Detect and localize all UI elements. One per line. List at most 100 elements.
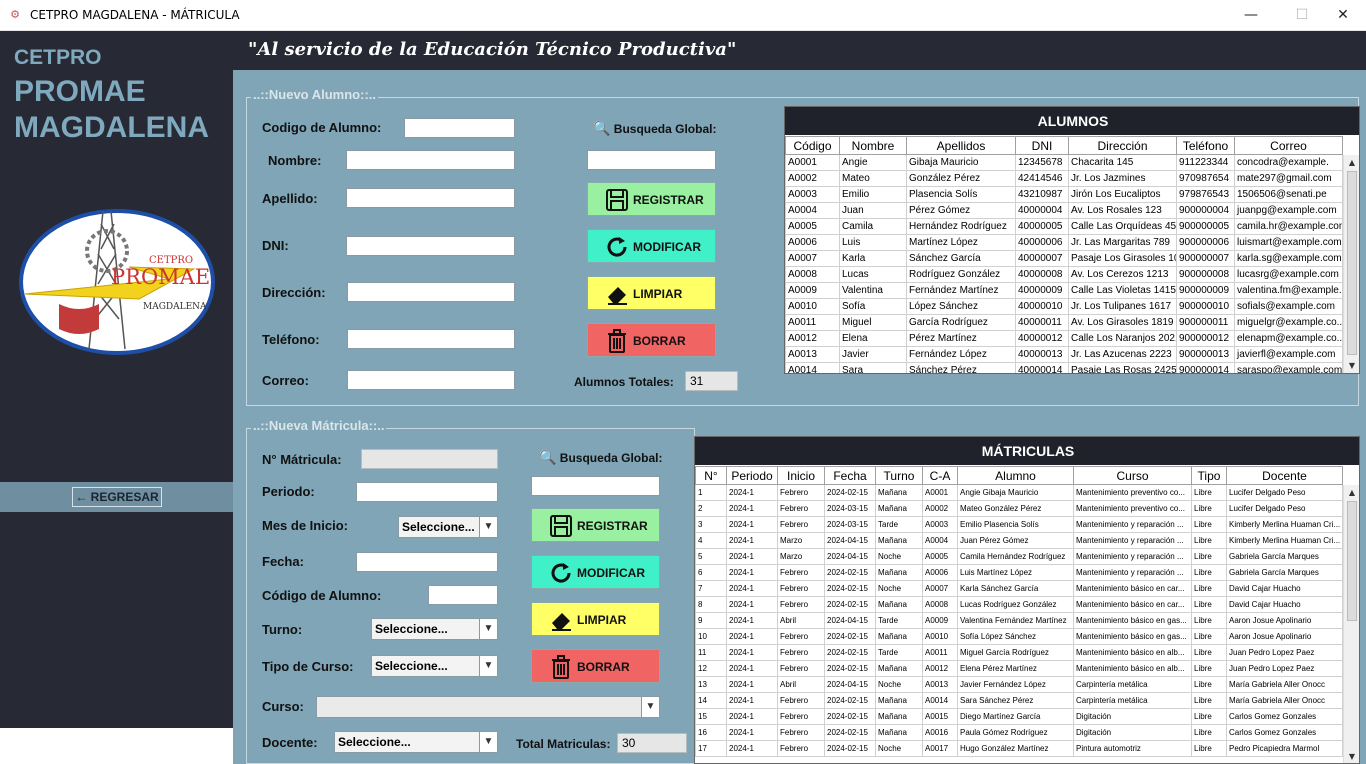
alumnos-column-header[interactable]: Nombre [839,136,907,155]
matriculas-table-cell[interactable]: Juan Pedro Lopez Paez [1226,644,1343,661]
alumnos-table-cell[interactable]: saraspo@example.com [1234,362,1343,373]
alumnos-table-cell[interactable]: Sofía [839,298,907,315]
matriculas-column-header[interactable]: Fecha [824,466,876,485]
matriculas-column-header[interactable]: Tipo [1191,466,1227,485]
matriculas-table-cell[interactable]: 2024-1 [726,644,778,661]
matriculas-table-cell[interactable]: Gabriela García Marques [1226,564,1343,581]
matriculas-table-cell[interactable]: Elena Pérez Martínez [957,660,1074,677]
matriculas-table-cell[interactable]: 11 [695,644,727,661]
matriculas-column-header[interactable]: Inicio [777,466,825,485]
alumnos-table-cell[interactable]: elenapm@example.co... [1234,330,1343,347]
alumnos-table-cell[interactable]: Jr. Los Tulipanes 1617 [1068,298,1177,315]
alumnos-table-cell[interactable]: miguelgr@example.co... [1234,314,1343,331]
alumnos-table-cell[interactable]: 40000010 [1015,298,1069,315]
alumnos-table-cell[interactable]: 40000007 [1015,250,1069,267]
matriculas-table-cell[interactable]: Libre [1191,644,1227,661]
alumnos-table-row[interactable]: A0006 Luis Martínez López 40000006 Jr. Las M… [785,234,1343,251]
matricula-registrar-button[interactable]: REGISTRAR [531,508,660,542]
matriculas-table-row[interactable]: 10 2024-1 Febrero 2024-02-15 Mañana A0010 Sofí… [695,628,1343,645]
alumnos-column-header[interactable]: Dirección [1068,136,1177,155]
matriculas-column-header[interactable]: N° [695,466,727,485]
alumnos-column-header[interactable]: Código [785,136,840,155]
matriculas-column-header[interactable]: Periodo [726,466,778,485]
alumnos-table-cell[interactable]: Chacarita 145 [1068,154,1177,171]
matriculas-table-cell[interactable]: 2024-04-15 [824,548,876,565]
matriculas-table-cell[interactable]: Febrero [777,692,825,709]
matriculas-table-scrollbar[interactable]: ▲ ▼ [1343,485,1359,763]
matriculas-table-cell[interactable]: Mañana [875,724,923,741]
alumnos-table-cell[interactable]: 900000013 [1176,346,1235,363]
matriculas-table-row[interactable]: 8 2024-1 Febrero 2024-02-15 Mañana A0008 Lucas… [695,596,1343,613]
matriculas-table-cell[interactable]: 2024-1 [726,740,778,757]
alumnos-table-cell[interactable]: camila.hr@example.com [1234,218,1343,235]
matriculas-table-row[interactable]: 9 2024-1 Abril 2024-04-15 Tarde A0009 Valentin… [695,612,1343,629]
alumnos-table-cell[interactable]: 900000012 [1176,330,1235,347]
matriculas-table-cell[interactable]: 9 [695,612,727,629]
matriculas-table-cell[interactable]: 2024-1 [726,484,778,501]
scroll-thumb[interactable] [1347,171,1357,355]
matriculas-table-cell[interactable]: Sara Sánchez Pérez [957,692,1074,709]
alumnos-table-cell[interactable]: Javier [839,346,907,363]
alumnos-table-cell[interactable]: Fernández Martínez [906,282,1016,299]
matriculas-table-cell[interactable]: 8 [695,596,727,613]
matriculas-column-header[interactable]: Turno [875,466,923,485]
matriculas-table-cell[interactable]: A0004 [922,532,958,549]
matriculas-table-cell[interactable]: Mantenimiento básico en car... [1073,596,1192,613]
matricula-curso-select[interactable]: ▼ [316,696,660,718]
alumnos-table-cell[interactable]: 900000006 [1176,234,1235,251]
matriculas-table-row[interactable]: 16 2024-1 Febrero 2024-02-15 Mañana A0016 Paul… [695,724,1343,741]
matriculas-table-row[interactable]: 17 2024-1 Febrero 2024-02-15 Noche A0017 Hugo … [695,740,1343,757]
alumnos-table-cell[interactable]: Calle Las Violetas 1415 [1068,282,1177,299]
matriculas-table-cell[interactable]: Tarde [875,612,923,629]
alumnos-table[interactable]: Código Nombre Apellidos DNI Dirección Teléfon… [785,136,1343,373]
alumnos-table-row[interactable]: A0011 Miguel García Rodríguez 40000011 Av. L… [785,314,1343,331]
matriculas-table-cell[interactable]: Libre [1191,532,1227,549]
alumnos-table-cell[interactable]: 900000005 [1176,218,1235,235]
alumnos-table-cell[interactable]: Miguel [839,314,907,331]
matriculas-table-cell[interactable]: Lucifer Delgado Peso [1226,500,1343,517]
alumnos-table-row[interactable]: A0005 Camila Hernández Rodríguez 40000005 Ca… [785,218,1343,235]
matriculas-table-cell[interactable]: A0016 [922,724,958,741]
matriculas-table-cell[interactable]: 16 [695,724,727,741]
matriculas-table-cell[interactable]: Tarde [875,644,923,661]
alumno-borrar-button[interactable]: BORRAR [587,323,716,357]
matriculas-table-cell[interactable]: 3 [695,516,727,533]
matricula-tipo-select[interactable]: Seleccione... ▼ [371,655,498,677]
matriculas-table-row[interactable]: 6 2024-1 Febrero 2024-02-15 Mañana A0006 Luis … [695,564,1343,581]
matriculas-table-cell[interactable]: 2024-02-15 [824,660,876,677]
alumnos-table-cell[interactable]: 40000009 [1015,282,1069,299]
alumnos-table-cell[interactable]: Karla [839,250,907,267]
alumnos-table-cell[interactable]: juanpg@example.com [1234,202,1343,219]
matriculas-table-cell[interactable]: 7 [695,580,727,597]
matriculas-table-cell[interactable]: María Gabriela Aller Onocc [1226,676,1343,693]
alumnos-table-cell[interactable]: 900000014 [1176,362,1235,373]
matriculas-table-cell[interactable]: Libre [1191,676,1227,693]
alumnos-table-cell[interactable]: Gibaja Mauricio [906,154,1016,171]
matriculas-table-cell[interactable]: Kimberly Merlina Huaman Cri... [1226,532,1343,549]
matriculas-table-cell[interactable]: 2024-02-15 [824,740,876,757]
matricula-borrar-button[interactable]: BORRAR [531,649,660,683]
matriculas-column-header[interactable]: Curso [1073,466,1192,485]
matriculas-table-cell[interactable]: Noche [875,740,923,757]
alumnos-table-cell[interactable]: A0014 [785,362,840,373]
alumnos-table-row[interactable]: A0008 Lucas Rodríguez González 40000008 Av. … [785,266,1343,283]
matriculas-table-cell[interactable]: 2024-02-15 [824,628,876,645]
alumnos-table-cell[interactable]: 43210987 [1015,186,1069,203]
matriculas-table-cell[interactable]: A0008 [922,596,958,613]
matriculas-table-cell[interactable]: 14 [695,692,727,709]
alumnos-table-row[interactable]: A0014 Sara Sánchez Pérez 40000014 Pasaje Las… [785,362,1343,373]
alumnos-table-row[interactable]: A0003 Emilio Plasencia Solís 43210987 Jirón … [785,186,1343,203]
alumnos-table-cell[interactable]: Pérez Martínez [906,330,1016,347]
matriculas-table-cell[interactable]: Aaron Josue Apolinario [1226,628,1343,645]
matriculas-table-cell[interactable]: A0006 [922,564,958,581]
matriculas-table-cell[interactable]: Libre [1191,708,1227,725]
matriculas-table-cell[interactable]: Abril [777,612,825,629]
matriculas-table-cell[interactable]: Febrero [777,660,825,677]
alumnos-table-cell[interactable]: 40000004 [1015,202,1069,219]
matriculas-table-row[interactable]: 2 2024-1 Febrero 2024-03-15 Mañana A0002 Mateo… [695,500,1343,517]
matriculas-table-cell[interactable]: Kimberly Merlina Huaman Cri... [1226,516,1343,533]
alumnos-table-cell[interactable]: Jr. Las Azucenas 2223 [1068,346,1177,363]
matriculas-table-cell[interactable]: Mantenimiento básico en car... [1073,580,1192,597]
alumnos-table-cell[interactable]: A0012 [785,330,840,347]
alumnos-table-cell[interactable]: Elena [839,330,907,347]
